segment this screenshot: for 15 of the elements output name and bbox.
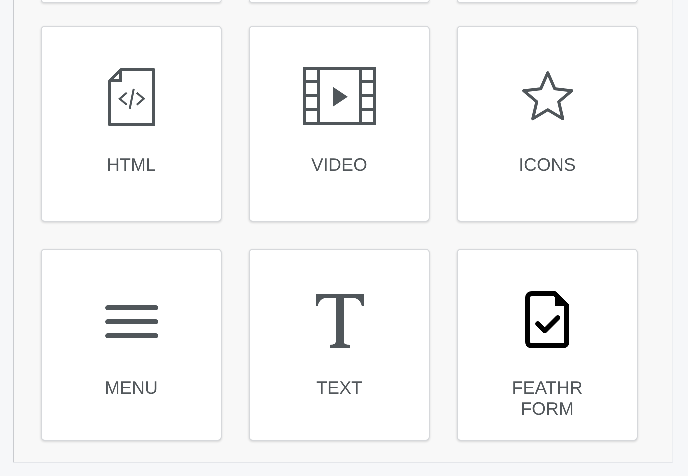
widget-tile[interactable]: MENU [41, 249, 222, 441]
file-check-icon [522, 290, 572, 350]
film-icon [302, 67, 376, 127]
tile-label: MENU [104, 378, 159, 399]
widget-tile[interactable]: FEATHR FORM [457, 249, 638, 441]
file-code-icon [106, 67, 156, 127]
tile-label: HTML [106, 155, 157, 176]
widget-tile[interactable]: HTML [41, 26, 222, 222]
tile-label: FEATHR FORM [511, 378, 584, 420]
widget-tile[interactable]: ICONS [457, 26, 638, 222]
widget-tile[interactable]: VIDEO [249, 26, 430, 222]
tile-label: VIDEO [310, 155, 368, 176]
widget-tile[interactable]: TEXT [249, 249, 430, 441]
tile-label: TEXT [315, 378, 364, 399]
tile-label: ICONS [518, 155, 577, 176]
